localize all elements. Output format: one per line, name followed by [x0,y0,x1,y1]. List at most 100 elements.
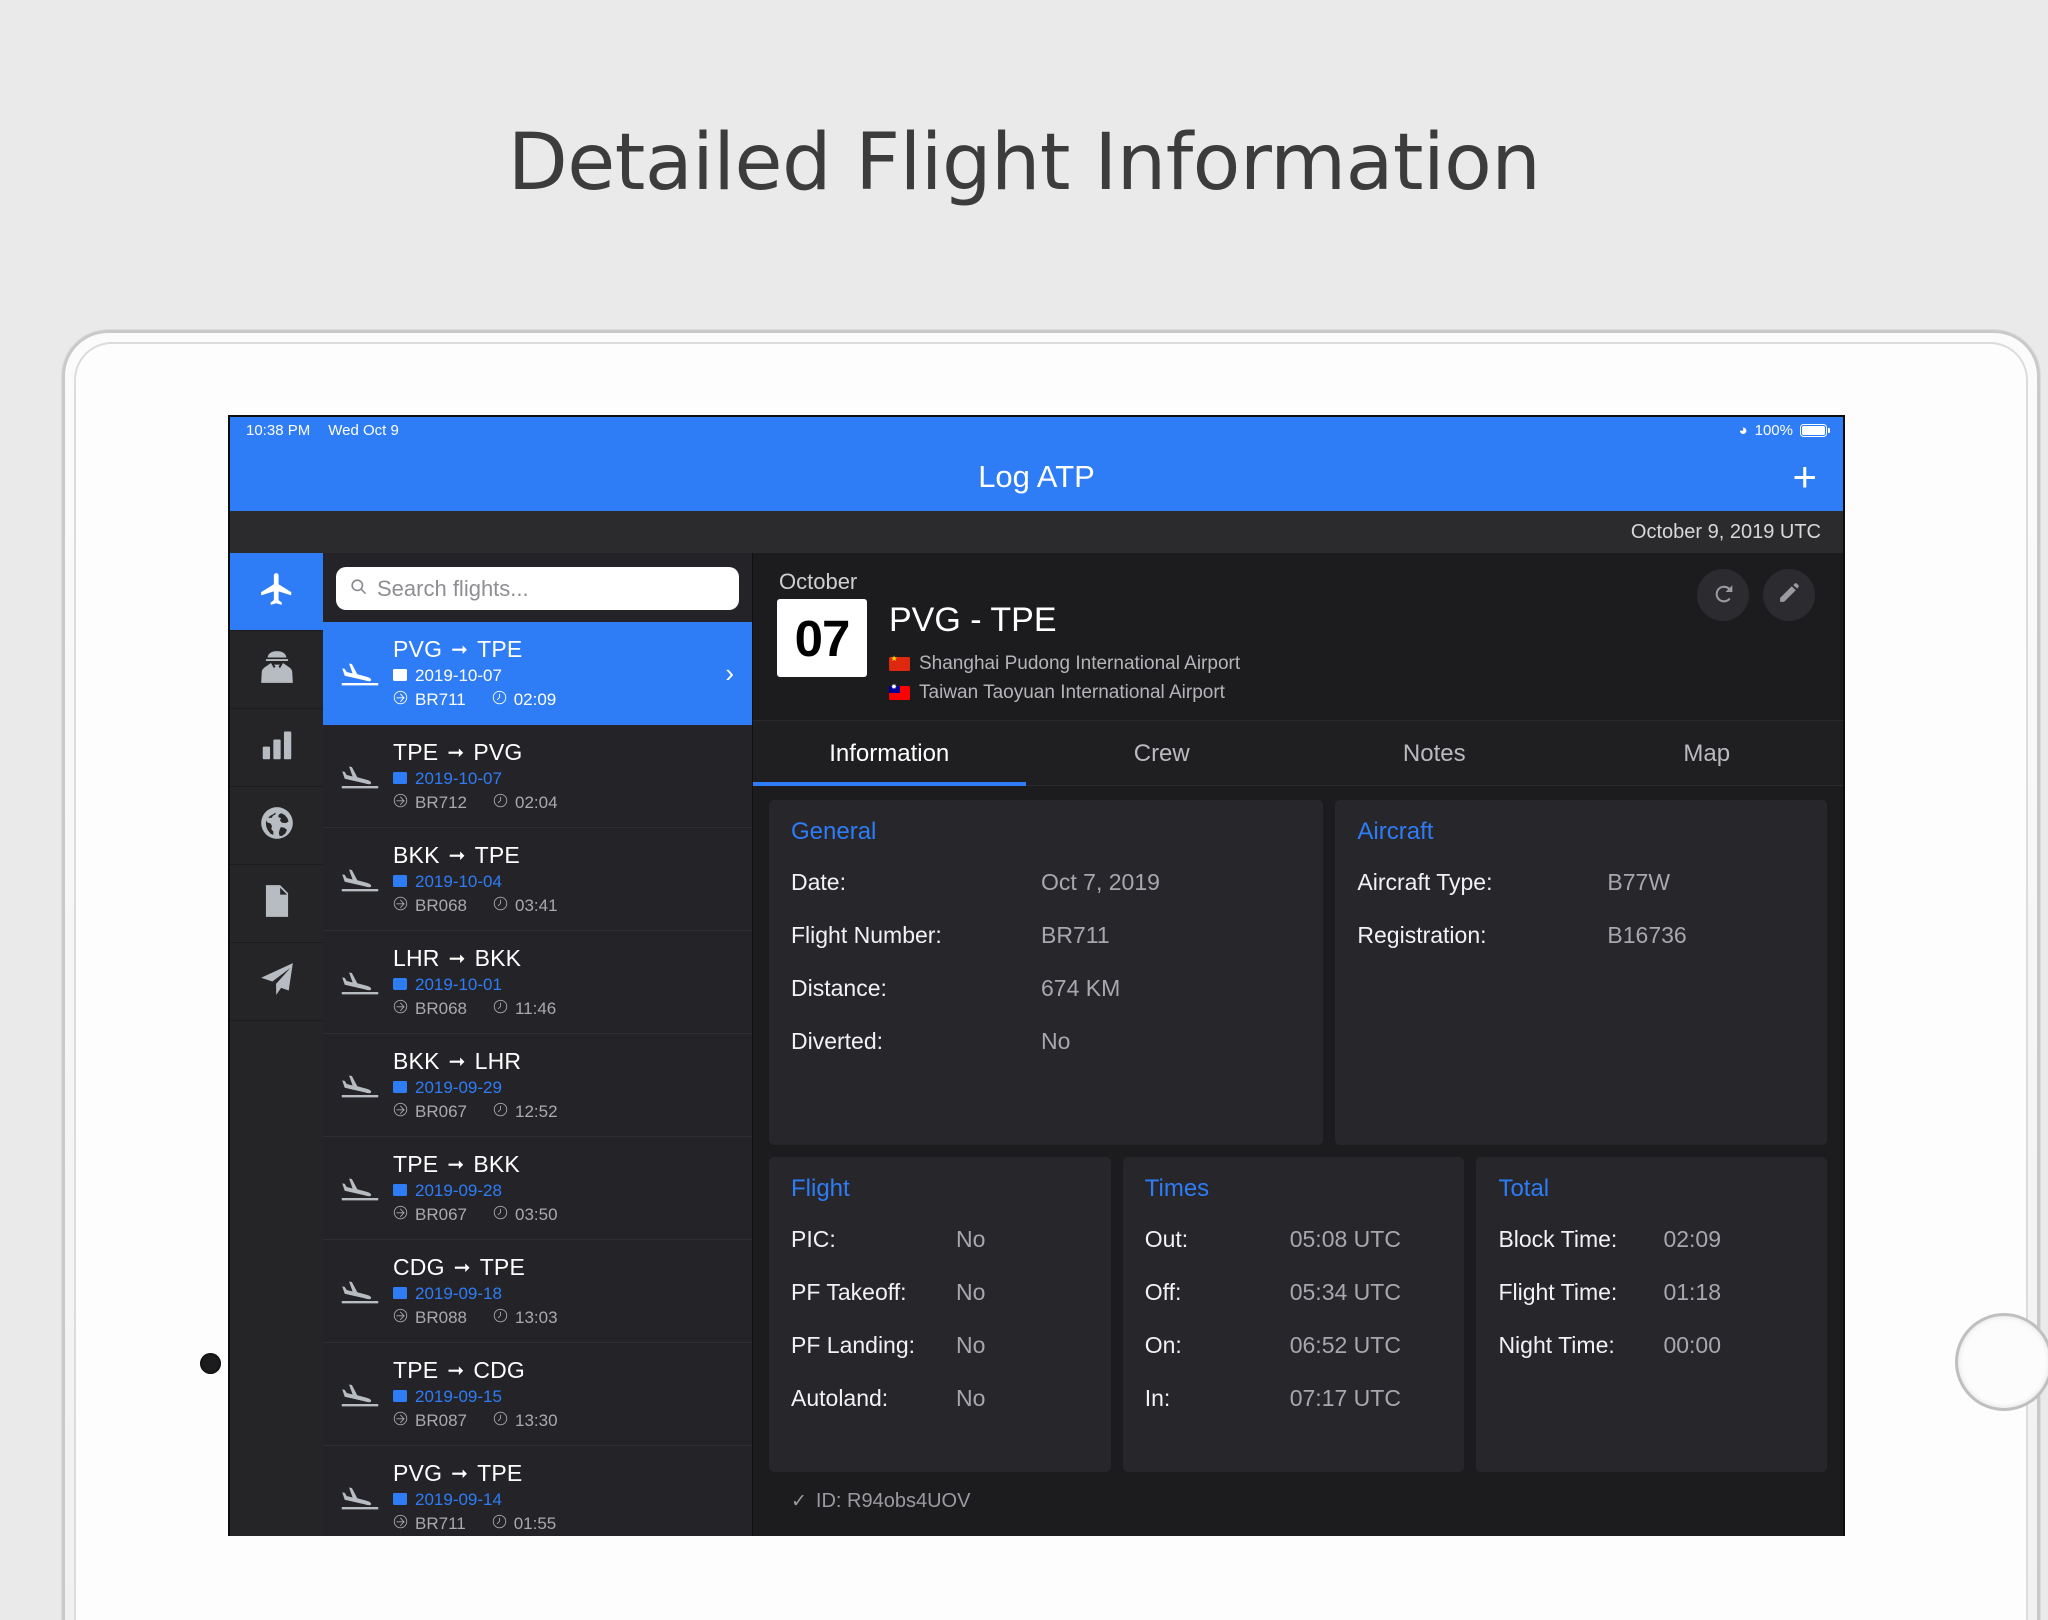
flight-item-date-label: 2019-10-04 [415,872,502,892]
flight-item-date: 2019-10-07 [393,769,740,789]
sidebar-item-send[interactable] [230,943,323,1021]
flight-list[interactable]: PVG➞TPE2019-10-07BR71102:09›TPE➞PVG2019-… [323,622,752,1536]
takeoff-plane-icon [337,1173,383,1203]
detail-row: Out:05:08 UTC [1145,1213,1443,1266]
detail-row: Registration:B16736 [1357,909,1805,962]
status-bar: 10:38 PM Wed Oct 9 ◕ 100% [230,417,1843,443]
status-date: Wed Oct 9 [328,422,399,439]
chevron-right-icon: › [725,658,740,689]
flight-item-number: BR068 [415,896,467,916]
flight-item-destination: PVG [473,739,522,766]
flight-item-date-label: 2019-10-01 [415,975,502,995]
flight-item-date-label: 2019-09-15 [415,1387,502,1407]
flight-item-date-label: 2019-09-14 [415,1490,502,1510]
clock-icon [493,999,508,1019]
flight-duration-group: 01:55 [492,1514,557,1534]
flight-list-item[interactable]: BKK➞TPE2019-10-04BR06803:41 [323,828,752,931]
detail-row: Off:05:34 UTC [1145,1266,1443,1319]
sidebar-item-statistics[interactable] [230,709,323,787]
sidebar-item-flights[interactable] [230,553,323,631]
detail-row-value: 05:08 UTC [1290,1226,1401,1253]
sidebar-item-crew[interactable] [230,631,323,709]
flight-item-number: BR711 [415,1514,466,1534]
flight-item-number: BR712 [415,793,467,813]
calendar-icon [393,1078,407,1098]
flight-item-body: BKK➞LHR2019-09-29BR06712:52 [393,1048,740,1122]
detail-row-key: Off: [1145,1279,1290,1306]
flight-item-meta: BR06803:41 [393,896,740,916]
flight-item-route: PVG➞TPE [393,636,725,663]
arrow-right-icon: ➞ [447,740,464,765]
search-icon [349,577,368,601]
detail-row-key: On: [1145,1332,1290,1359]
flight-item-date-label: 2019-10-07 [415,666,502,686]
add-flight-button[interactable]: + [1792,456,1817,498]
flight-list-item[interactable]: TPE➞CDG2019-09-15BR08713:30 [323,1343,752,1446]
flight-list-item[interactable]: TPE➞BKK2019-09-28BR06703:50 [323,1137,752,1240]
arrow-right-icon: ➞ [449,843,466,868]
flight-item-body: CDG➞TPE2019-09-18BR08813:03 [393,1254,740,1328]
flight-item-date-label: 2019-09-29 [415,1078,502,1098]
detail-tabs[interactable]: InformationCrewNotesMap [753,720,1843,786]
card-flight-title: Flight [791,1175,1089,1203]
flight-list-item[interactable]: BKK➞LHR2019-09-29BR06712:52 [323,1034,752,1137]
detail-row-key: PF Landing: [791,1332,956,1359]
detail-row-key: PIC: [791,1226,956,1253]
detail-row-key: Block Time: [1498,1226,1663,1253]
card-general: General Date:Oct 7, 2019Flight Number:BR… [769,800,1323,1145]
sidebar-item-reports[interactable] [230,865,323,943]
tab-notes[interactable]: Notes [1298,721,1571,785]
flight-list-item[interactable]: PVG➞TPE2019-10-07BR71102:09› [323,622,752,725]
detail-row-value: 01:18 [1663,1279,1721,1306]
flight-list-item[interactable]: CDG➞TPE2019-09-18BR08813:03 [323,1240,752,1343]
destination-airport-label: Taiwan Taoyuan International Airport [919,678,1225,707]
detail-row-key: PF Takeoff: [791,1279,956,1306]
battery-percent-label: 100% [1755,422,1793,439]
detail-row-key: Out: [1145,1226,1290,1253]
edit-button[interactable] [1763,569,1815,621]
flight-number-group: BR088 [393,1308,467,1328]
flight-number-group: BR067 [393,1205,467,1225]
main-split: PVG➞TPE2019-10-07BR71102:09›TPE➞PVG2019-… [230,553,1843,1536]
detail-row-value: B16736 [1607,922,1686,949]
flight-item-date: 2019-09-29 [393,1078,740,1098]
home-button[interactable] [1955,1313,2048,1411]
flight-item-date: 2019-09-28 [393,1181,740,1201]
arrow-right-icon: ➞ [447,1358,464,1383]
flight-item-meta: BR08713:30 [393,1411,740,1431]
detail-row: Block Time:02:09 [1498,1213,1805,1266]
sidebar-item-globe[interactable] [230,787,323,865]
tab-map[interactable]: Map [1571,721,1844,785]
arrow-right-icon: ➞ [451,1461,468,1486]
flight-item-destination: CDG [473,1357,525,1384]
date-badge-day: 07 [795,609,850,668]
flight-list-item[interactable]: TPE➞PVG2019-10-07BR71202:04 [323,725,752,828]
flight-list-item[interactable]: LHR➞BKK2019-10-01BR06811:46 [323,931,752,1034]
detail-row-key: Flight Number: [791,922,1041,949]
tab-crew[interactable]: Crew [1026,721,1299,785]
flight-item-destination: TPE [477,1460,522,1487]
plane-circle-icon [393,1411,408,1431]
date-badge-daybox: 07 [777,599,867,677]
flight-item-route: TPE➞CDG [393,1357,740,1384]
arrow-right-icon: ➞ [454,1255,471,1280]
detail-row: Autoland:No [791,1372,1089,1425]
flight-number-group: BR068 [393,896,467,916]
flight-item-origin: PVG [393,1460,442,1487]
detail-row: In:07:17 UTC [1145,1372,1443,1425]
detail-action-buttons [1697,569,1815,621]
card-aircraft-rows: Aircraft Type:B77WRegistration:B16736 [1357,856,1805,962]
takeoff-plane-icon [337,658,383,688]
flight-duration-group: 13:03 [493,1308,558,1328]
search-input[interactable] [377,576,726,602]
search-box[interactable] [336,567,739,610]
detail-row: Distance:674 KM [791,962,1301,1015]
plane-circle-icon [393,1205,408,1225]
undo-button[interactable] [1697,569,1749,621]
tab-information[interactable]: Information [753,721,1026,785]
flight-list-item[interactable]: PVG ➞ TPE 2019-09-14 BR711 01:55 [323,1446,752,1536]
flight-item-route: TPE➞BKK [393,1151,740,1178]
detail-row: On:06:52 UTC [1145,1319,1443,1372]
plane-circle-icon [393,1514,408,1534]
current-date-strip: October 9, 2019 UTC [230,511,1843,553]
